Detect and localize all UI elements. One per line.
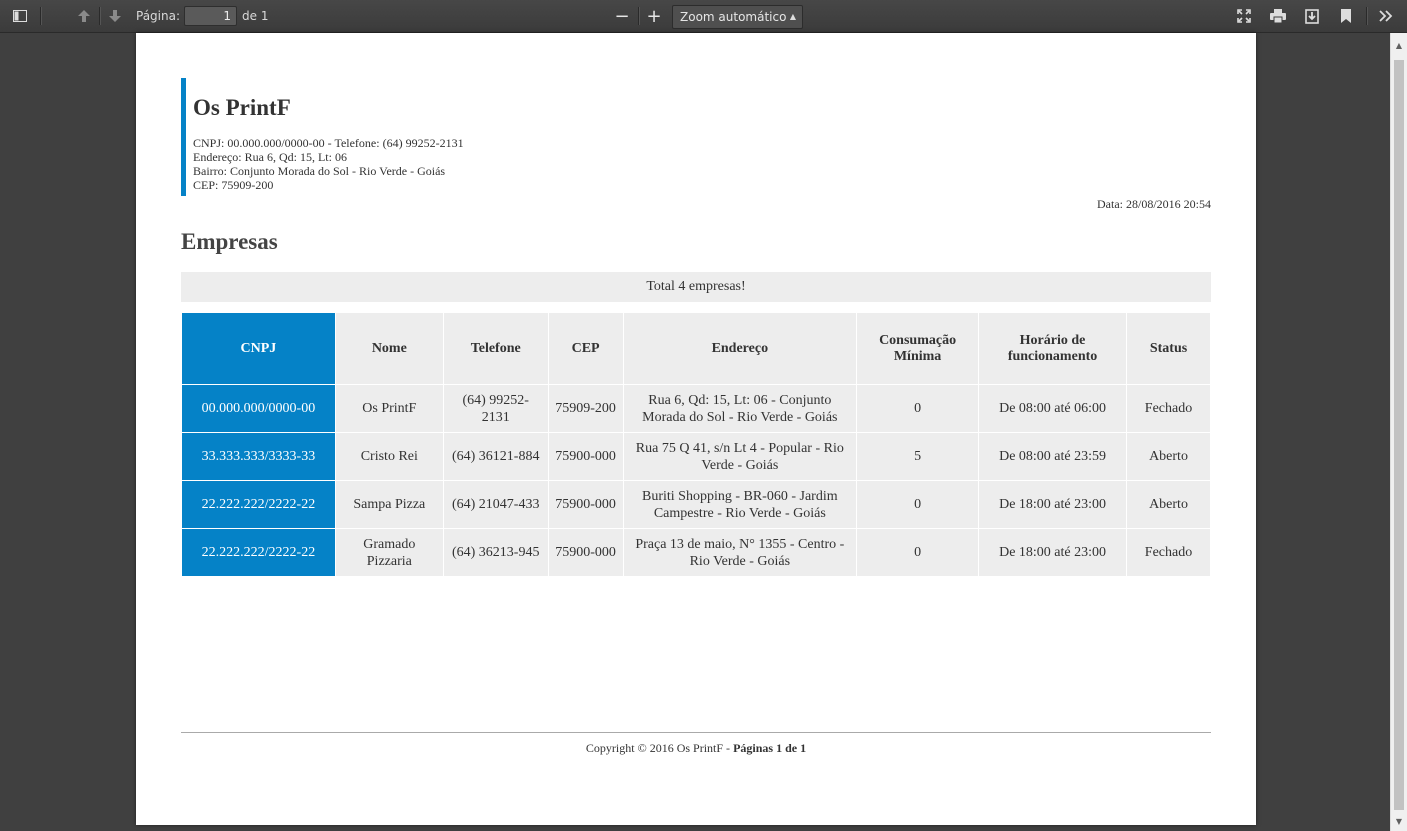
company-address: Endereço: Rua 6, Qd: 15, Lt: 06 (193, 150, 347, 164)
cell-cnpj: 33.333.333/3333-33 (181, 432, 336, 481)
cell-horario: De 08:00 até 23:59 (978, 432, 1128, 481)
scroll-up-icon[interactable]: ▲ (1391, 37, 1407, 53)
report-date: Data: 28/08/2016 20:54 (1097, 197, 1211, 211)
cell-status: Aberto (1126, 480, 1211, 529)
footer-pages: Páginas 1 de 1 (733, 741, 807, 755)
cell-status: Fechado (1126, 528, 1211, 577)
section-title: Empresas (181, 229, 278, 254)
sidebar-toggle-icon[interactable] (8, 5, 32, 27)
company-cep: CEP: 75909-200 (193, 178, 274, 192)
table-header-row: CNPJ Nome Telefone CEP Endereço Consumaç… (181, 312, 1211, 385)
total-banner: Total 4 empresas! (181, 272, 1211, 302)
tools-menu-icon[interactable] (1374, 5, 1398, 27)
cell-cnpj: 00.000.000/0000-00 (181, 384, 336, 433)
toolbar-separator (40, 7, 41, 25)
cell-status: Aberto (1126, 432, 1211, 481)
cell-cnpj: 22.222.222/2222-22 (181, 480, 336, 529)
cell-nome: Gramado Pizzaria (334, 528, 444, 577)
zoom-select[interactable]: Zoom automático ▲ (672, 5, 803, 29)
table-row: 22.222.222/2222-22 Sampa Pizza (64) 2104… (181, 480, 1211, 529)
cell-telefone: (64) 36213-945 (442, 528, 549, 577)
previous-page-icon[interactable] (72, 5, 96, 27)
table-row: 00.000.000/0000-00 Os PrintF (64) 99252-… (181, 384, 1211, 433)
page-total-label: de 1 (242, 9, 269, 23)
next-page-icon[interactable] (103, 5, 127, 27)
page-footer: Copyright © 2016 Os PrintF - Páginas 1 d… (181, 741, 1211, 756)
column-header: Telefone (442, 312, 549, 385)
download-icon[interactable] (1300, 5, 1324, 27)
cell-endereco: Rua 75 Q 41, s/n Lt 4 - Popular - Rio Ve… (622, 432, 858, 481)
zoom-in-button[interactable]: + (642, 5, 666, 27)
cell-horario: De 18:00 até 23:00 (978, 480, 1128, 529)
cell-consumacao: 0 (856, 528, 980, 577)
companies-table: CNPJ Nome Telefone CEP Endereço Consumaç… (181, 312, 1211, 577)
zoom-out-button[interactable]: − (610, 5, 634, 27)
column-header: CEP (547, 312, 624, 385)
cell-cep: 75909-200 (547, 384, 624, 433)
toolbar-separator (1366, 7, 1367, 25)
cell-cep: 75900-000 (547, 528, 624, 577)
cell-horario: De 08:00 até 06:00 (978, 384, 1128, 433)
table-row: 22.222.222/2222-22 Gramado Pizzaria (64)… (181, 528, 1211, 577)
bookmark-icon[interactable] (1334, 5, 1358, 27)
cell-endereco: Praça 13 de maio, N° 1355 - Centro - Rio… (622, 528, 858, 577)
print-icon[interactable] (1266, 5, 1290, 27)
column-header: Status (1126, 312, 1211, 385)
cell-nome: Os PrintF (334, 384, 444, 433)
cell-telefone: (64) 36121-884 (442, 432, 549, 481)
footer-copyright: Copyright © 2016 Os PrintF - (585, 741, 734, 755)
cell-telefone: (64) 21047-433 (442, 480, 549, 529)
column-header: CNPJ (181, 312, 336, 385)
company-name: Os PrintF (193, 95, 291, 120)
column-header: Consumação Mínima (856, 312, 980, 385)
cell-cep: 75900-000 (547, 432, 624, 481)
company-cnpj-phone: CNPJ: 00.000.000/0000-00 - Telefone: (64… (193, 136, 464, 150)
company-district: Bairro: Conjunto Morada do Sol - Rio Ver… (193, 164, 446, 178)
cell-status: Fechado (1126, 384, 1211, 433)
select-arrows-icon: ▲ (789, 12, 796, 21)
zoom-select-value: Zoom automático (680, 10, 787, 24)
toolbar-separator (638, 7, 639, 25)
cell-endereco: Rua 6, Qd: 15, Lt: 06 - Conjunto Morada … (622, 384, 858, 433)
page-number-input[interactable]: 1 (184, 6, 237, 26)
footer-divider (181, 732, 1211, 733)
toolbar-separator (99, 7, 100, 25)
vertical-scrollbar[interactable]: ▲ ▼ (1390, 33, 1407, 831)
cell-nome: Cristo Rei (334, 432, 444, 481)
page-label: Página: (136, 9, 181, 23)
scroll-down-icon[interactable]: ▼ (1391, 813, 1407, 829)
cell-consumacao: 5 (856, 432, 980, 481)
cell-consumacao: 0 (856, 384, 980, 433)
pdf-toolbar: Página: 1 de 1 − + Zoom automático ▲ (0, 0, 1407, 33)
cell-cep: 75900-000 (547, 480, 624, 529)
table-row: 33.333.333/3333-33 Cristo Rei (64) 36121… (181, 432, 1211, 481)
cell-horario: De 18:00 até 23:00 (978, 528, 1128, 577)
cell-telefone: (64) 99252-2131 (442, 384, 549, 433)
presentation-mode-icon[interactable] (1232, 5, 1256, 27)
pdf-page: Os PrintF CNPJ: 00.000.000/0000-00 - Tel… (136, 33, 1256, 825)
cell-endereco: Buriti Shopping - BR-060 - Jardim Campes… (622, 480, 858, 529)
company-header: Os PrintF CNPJ: 00.000.000/0000-00 - Tel… (181, 78, 464, 196)
scroll-thumb[interactable] (1394, 60, 1404, 810)
company-info: CNPJ: 00.000.000/0000-00 - Telefone: (64… (193, 136, 464, 192)
cell-cnpj: 22.222.222/2222-22 (181, 528, 336, 577)
column-header: Nome (334, 312, 444, 385)
cell-consumacao: 0 (856, 480, 980, 529)
column-header: Horário de funcionamento (978, 312, 1128, 385)
column-header: Endereço (622, 312, 858, 385)
cell-nome: Sampa Pizza (334, 480, 444, 529)
